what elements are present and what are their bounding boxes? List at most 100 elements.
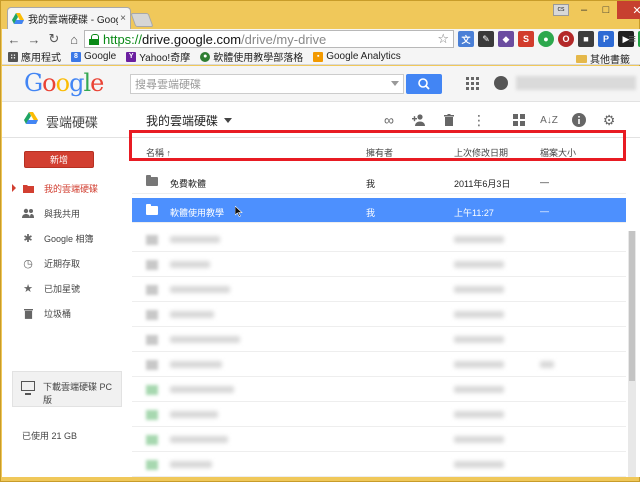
file-name: 免費軟體 <box>170 179 207 189</box>
more-options-icon[interactable]: ⋮ <box>470 111 488 129</box>
file-owner: 我 <box>366 208 376 218</box>
table-row-selected[interactable]: 軟體使用教學 我 上午11:27 — <box>132 198 626 223</box>
extension-icon[interactable]: S <box>518 31 534 47</box>
link-icon[interactable]: ∞ <box>380 111 398 129</box>
bookmarks-bar: ∷ 應用程式 8 Google Y Yahoo!奇摩 ● 軟體使用教學部落格 ▪ Goog… <box>2 49 640 66</box>
table-row[interactable] <box>132 377 626 402</box>
extension-icon[interactable]: ◆ <box>498 31 514 47</box>
bookmark-star-icon[interactable]: ☆ <box>437 31 449 47</box>
settings-gear-icon[interactable]: ⚙ <box>600 111 618 129</box>
scrollbar[interactable] <box>628 231 636 477</box>
folder-icon <box>146 175 158 186</box>
folder-icon <box>146 204 158 215</box>
photos-icon: ✱ <box>23 232 33 245</box>
bookmark-google[interactable]: 8 Google <box>71 51 116 62</box>
user-badge[interactable]: cs <box>553 4 569 16</box>
reload-icon[interactable]: ↻ <box>46 31 62 47</box>
grid-view-icon[interactable] <box>510 111 528 129</box>
bookmark-label: Yahoo!奇摩 <box>139 53 191 64</box>
apps-icon: ∷ <box>8 51 18 62</box>
browser-toolbar: ← → ↻ ⌂ https://drive.google.com/drive/m… <box>2 29 640 49</box>
extension-icon[interactable]: ■ <box>578 31 594 47</box>
google-logo[interactable]: Google <box>24 69 104 97</box>
sidebar-item-recent[interactable]: ◷ 近期存取 <box>2 252 130 274</box>
search-placeholder: 搜尋雲端硬碟 <box>135 79 201 91</box>
extension-icon[interactable]: ✎ <box>478 31 494 47</box>
table-row[interactable] <box>132 302 626 327</box>
delete-icon[interactable] <box>440 111 458 129</box>
drive-app: Google 搜尋雲端硬碟 雲端硬碟 我的雲端硬碟 ∞ ⋮ A↓Z ⚙ 新增 我… <box>2 66 640 477</box>
download-pc-promo[interactable]: 下載雲端硬碟 PC 版 <box>12 371 122 407</box>
extension-icon[interactable]: O <box>558 31 574 47</box>
new-tab-button[interactable] <box>130 13 154 27</box>
sidebar-item-shared[interactable]: 與我共用 <box>2 202 130 224</box>
extension-icon[interactable]: P <box>598 31 614 47</box>
sidebar-item-label: Google 相簿 <box>44 233 94 244</box>
sidebar-item-starred[interactable]: ★ 已加星號 <box>2 277 130 299</box>
file-list: 名稱 ↑ 擁有者 上次修改日期 檔案大小 免費軟體 我 2011年6月3日 — … <box>132 139 626 477</box>
search-icon <box>418 78 430 90</box>
apps-grid-icon[interactable] <box>466 77 479 90</box>
active-marker <box>12 184 16 192</box>
scrollbar-thumb[interactable] <box>629 231 635 381</box>
url-scheme: https:// <box>103 31 143 47</box>
table-row[interactable] <box>132 277 626 302</box>
back-icon[interactable]: ← <box>6 31 22 47</box>
bookmark-label: 軟體使用教學部落格 <box>213 53 304 64</box>
sidebar-item-label: 與我共用 <box>44 208 81 219</box>
sidebar-item-label: 已加星號 <box>44 283 81 294</box>
browser-tab[interactable]: 我的雲端硬碟 - Google 雲 × <box>7 7 131 29</box>
file-name: 軟體使用教學 <box>170 208 225 218</box>
app-title: 雲端硬碟 <box>46 115 99 130</box>
table-row[interactable] <box>132 327 626 352</box>
file-size: — <box>540 206 549 216</box>
bookmark-analytics[interactable]: ▪ Google Analytics <box>313 51 401 62</box>
file-modified: 2011年6月3日 <box>454 179 511 189</box>
sidebar-item-my-drive[interactable]: 我的雲端硬碟 <box>2 177 130 199</box>
table-row[interactable] <box>132 227 626 252</box>
highlight-box <box>129 130 626 161</box>
share-person-icon[interactable] <box>410 111 428 129</box>
google-header: Google 搜尋雲端硬碟 <box>2 66 640 102</box>
bookmark-blog[interactable]: ● 軟體使用教學部落格 <box>200 49 303 64</box>
sort-az-icon[interactable]: A↓Z <box>540 111 558 129</box>
other-bookmarks-label: 其他書籤 <box>590 55 630 66</box>
drive-icon <box>22 182 34 194</box>
analytics-icon: ▪ <box>313 51 324 62</box>
tab-close-icon[interactable]: × <box>120 13 126 24</box>
bookmark-yahoo[interactable]: Y Yahoo!奇摩 <box>126 49 190 64</box>
maximize-button[interactable]: □ <box>595 1 617 19</box>
translate-icon[interactable]: 文 <box>458 31 474 47</box>
table-row[interactable] <box>132 427 626 452</box>
address-bar[interactable]: https://drive.google.com/drive/my-drive … <box>84 30 454 48</box>
search-input[interactable]: 搜尋雲端硬碟 <box>130 74 404 94</box>
browser-menu-icon[interactable]: ≡ <box>628 31 636 46</box>
extension-icon[interactable]: ● <box>538 31 554 47</box>
table-row[interactable] <box>132 252 626 277</box>
search-options-icon[interactable] <box>391 81 399 86</box>
bookmark-apps[interactable]: ∷ 應用程式 <box>8 49 61 64</box>
notifications-icon[interactable] <box>494 76 508 90</box>
new-button[interactable]: 新增 <box>24 151 94 168</box>
search-button[interactable] <box>406 74 442 94</box>
lock-icon <box>89 33 99 45</box>
bookmark-label: Google Analytics <box>326 51 401 62</box>
sidebar-item-photos[interactable]: ✱ Google 相簿 <box>2 227 130 249</box>
folder-icon <box>576 54 587 63</box>
sidebar-item-trash[interactable]: 垃圾桶 <box>2 302 130 324</box>
minimize-button[interactable]: – <box>573 1 595 19</box>
table-row[interactable] <box>132 402 626 427</box>
sidebar: 新增 我的雲端硬碟 與我共用 ✱ Google 相簿 ◷ 近期存取 ★ 已加星號… <box>2 139 130 477</box>
forward-icon[interactable]: → <box>26 31 42 47</box>
table-row[interactable]: 免費軟體 我 2011年6月3日 — <box>132 169 626 194</box>
other-bookmarks[interactable]: 其他書籤 <box>576 51 630 66</box>
table-row[interactable] <box>132 452 626 477</box>
download-pc-label: 下載雲端硬碟 PC 版 <box>43 382 113 405</box>
account-area[interactable] <box>516 76 636 90</box>
info-icon[interactable] <box>570 111 588 129</box>
home-icon[interactable]: ⌂ <box>66 31 82 47</box>
people-icon <box>22 207 34 219</box>
breadcrumb[interactable]: 我的雲端硬碟 <box>146 112 233 129</box>
close-window-button[interactable]: ✕ <box>617 1 640 19</box>
table-row[interactable] <box>132 352 626 377</box>
